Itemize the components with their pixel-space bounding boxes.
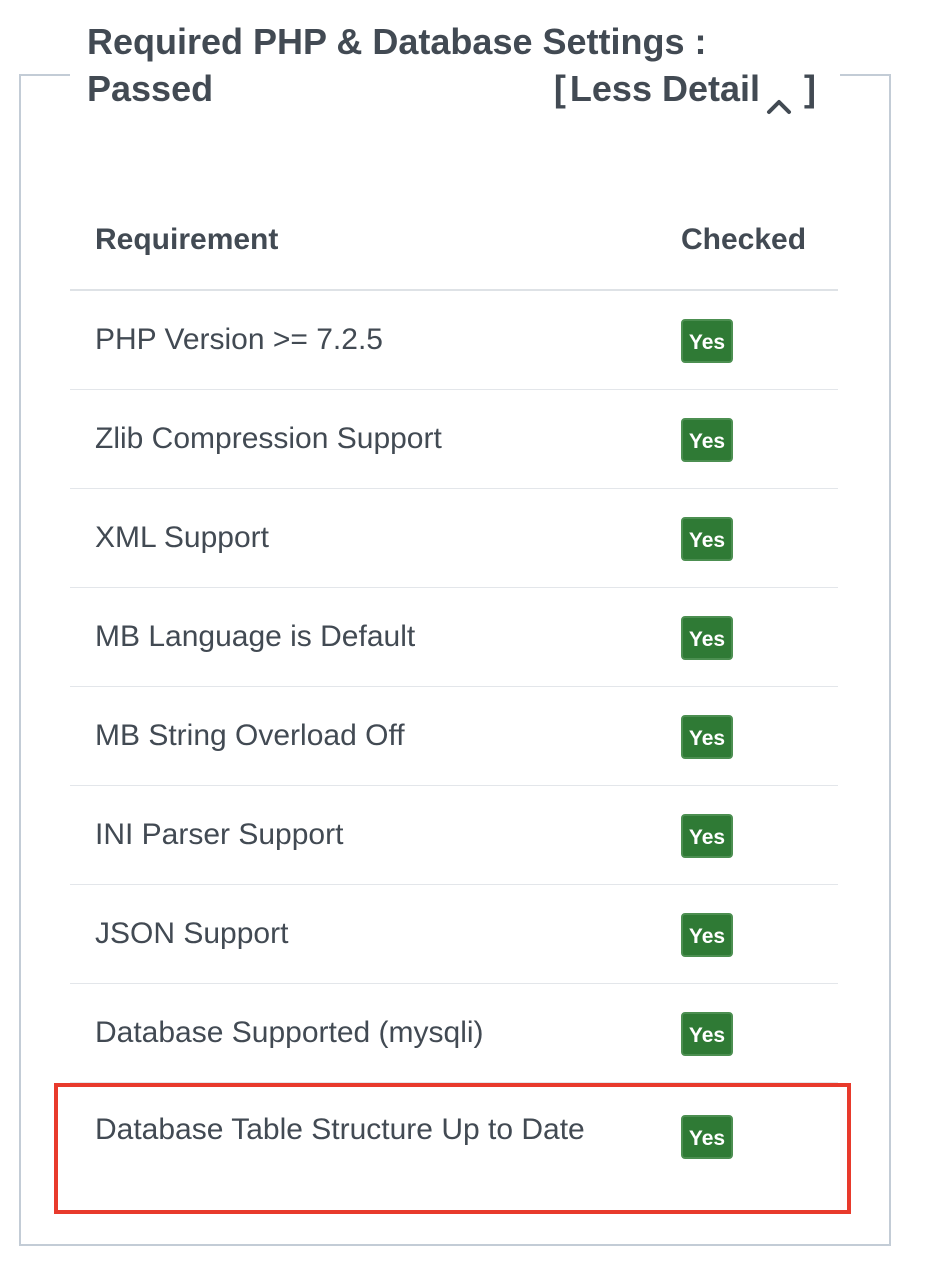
table-row: INI Parser Support Yes <box>70 785 838 885</box>
status-badge: Yes <box>681 319 733 363</box>
table-row: Database Table Structure Up to Date Yes <box>70 1082 838 1211</box>
table-header-row: Requirement Checked <box>70 190 838 291</box>
requirement-cell: Zlib Compression Support <box>70 389 681 489</box>
status-badge: Yes <box>681 814 733 858</box>
requirement-cell: INI Parser Support <box>70 785 681 885</box>
chevron-up-icon <box>764 79 794 114</box>
requirement-cell: Database Supported (mysqli) <box>70 983 681 1083</box>
status-badge: Yes <box>681 517 733 561</box>
column-header-requirement: Requirement <box>70 190 681 291</box>
table-row: Database Supported (mysqli) Yes <box>70 983 838 1083</box>
status-badge: Yes <box>681 1012 733 1056</box>
table-row: JSON Support Yes <box>70 884 838 984</box>
toggle-open-bracket: [ <box>553 68 566 109</box>
table-row: MB String Overload Off Yes <box>70 686 838 786</box>
toggle-close-bracket: ] <box>804 68 816 109</box>
requirement-cell: JSON Support <box>70 884 681 984</box>
requirement-cell: PHP Version >= 7.2.5 <box>95 323 383 356</box>
less-detail-toggle[interactable]: [ Less Detail ] <box>550 65 820 114</box>
panel-status: Passed <box>87 68 214 109</box>
status-badge: Yes <box>681 418 733 462</box>
table-row: Zlib Compression Support Yes <box>70 389 838 489</box>
column-header-checked: Checked <box>681 190 838 291</box>
status-badge: Yes <box>681 913 733 957</box>
status-badge: Yes <box>681 1115 733 1159</box>
requirement-cell: MB String Overload Off <box>70 686 681 786</box>
requirement-cell: Database Table Structure Up to Date <box>70 1082 681 1211</box>
table-row: XML Support Yes <box>70 488 838 588</box>
panel-title: Required PHP & Database Settings : <box>87 21 707 62</box>
table-row: MB Language is Default Yes <box>70 587 838 687</box>
status-badge: Yes <box>681 715 733 759</box>
requirement-cell: MB Language is Default <box>70 587 681 687</box>
requirement-cell: XML Support <box>70 488 681 588</box>
toggle-label: Less Detail <box>569 68 760 109</box>
table-row: PHP Version >= 7.2.5 Yes <box>70 290 838 390</box>
panel-legend: Required PHP & Database Settings : Passe… <box>70 18 840 114</box>
status-badge: Yes <box>681 616 733 660</box>
requirements-table: Requirement Checked PHP Version >= 7.2.5… <box>70 190 838 1211</box>
